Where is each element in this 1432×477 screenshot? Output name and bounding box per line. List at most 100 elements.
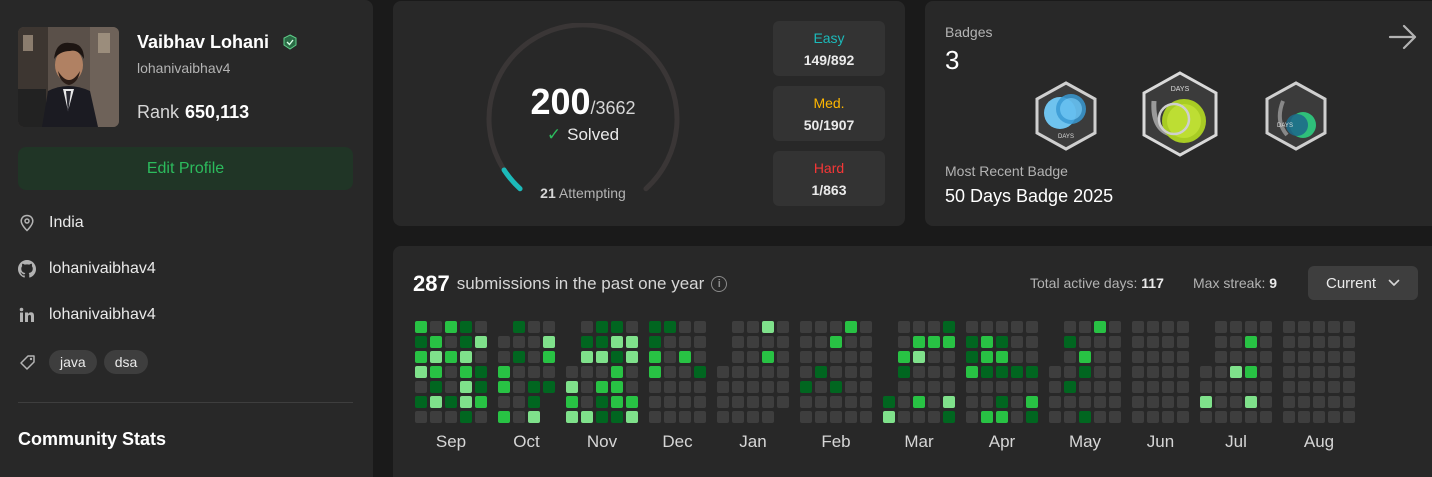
heatmap-cell[interactable] — [513, 411, 525, 423]
heatmap-cell[interactable] — [1109, 366, 1121, 378]
heatmap-cell[interactable] — [1011, 336, 1023, 348]
heatmap-cell[interactable] — [1245, 366, 1257, 378]
heatmap-cell[interactable] — [996, 396, 1008, 408]
heatmap-cell[interactable] — [649, 396, 661, 408]
heatmap-cell[interactable] — [747, 411, 759, 423]
heatmap-cell[interactable] — [1313, 366, 1325, 378]
heatmap-cell[interactable] — [1064, 381, 1076, 393]
heatmap-cell[interactable] — [913, 366, 925, 378]
heatmap-cell[interactable] — [1343, 396, 1355, 408]
heatmap-cell[interactable] — [928, 351, 940, 363]
heatmap-cell[interactable] — [664, 321, 676, 333]
heatmap-cell[interactable] — [860, 396, 872, 408]
heatmap-cell[interactable] — [460, 396, 472, 408]
heatmap-cell[interactable] — [815, 336, 827, 348]
heatmap-cell[interactable] — [445, 366, 457, 378]
edit-profile-button[interactable]: Edit Profile — [18, 147, 353, 190]
heatmap-cell[interactable] — [1343, 351, 1355, 363]
heatmap-cell[interactable] — [596, 366, 608, 378]
heatmap-cell[interactable] — [445, 336, 457, 348]
heatmap-cell[interactable] — [679, 351, 691, 363]
heatmap-cell[interactable] — [1298, 336, 1310, 348]
heatmap-cell[interactable] — [1079, 321, 1091, 333]
heatmap-cell[interactable] — [513, 396, 525, 408]
heatmap-cell[interactable] — [1215, 396, 1227, 408]
heatmap-cell[interactable] — [664, 351, 676, 363]
heatmap-cell[interactable] — [679, 396, 691, 408]
heatmap-cell[interactable] — [1064, 411, 1076, 423]
heatmap-cell[interactable] — [1094, 381, 1106, 393]
heatmap-cell[interactable] — [800, 396, 812, 408]
heatmap-cell[interactable] — [430, 381, 442, 393]
heatmap-cell[interactable] — [679, 411, 691, 423]
heatmap-cell[interactable] — [596, 336, 608, 348]
heatmap-cell[interactable] — [1132, 381, 1144, 393]
heatmap-cell[interactable] — [649, 381, 661, 393]
heatmap-cell[interactable] — [1132, 396, 1144, 408]
heatmap-cell[interactable] — [1079, 366, 1091, 378]
heatmap-cell[interactable] — [800, 336, 812, 348]
heatmap-cell[interactable] — [717, 381, 729, 393]
heatmap-cell[interactable] — [1313, 336, 1325, 348]
heatmap-cell[interactable] — [747, 351, 759, 363]
heatmap-cell[interactable] — [747, 381, 759, 393]
heatmap-cell[interactable] — [1177, 321, 1189, 333]
heatmap-cell[interactable] — [1313, 321, 1325, 333]
heatmap-cell[interactable] — [883, 411, 895, 423]
heatmap-cell[interactable] — [1132, 366, 1144, 378]
heatmap-cell[interactable] — [460, 321, 472, 333]
heatmap-cell[interactable] — [596, 381, 608, 393]
heatmap-cell[interactable] — [800, 351, 812, 363]
heatmap-cell[interactable] — [566, 381, 578, 393]
heatmap-cell[interactable] — [1049, 396, 1061, 408]
heatmap-cell[interactable] — [1064, 321, 1076, 333]
heatmap-cell[interactable] — [845, 336, 857, 348]
heatmap-cell[interactable] — [513, 366, 525, 378]
heatmap-cell[interactable] — [611, 366, 623, 378]
heatmap-cell[interactable] — [596, 351, 608, 363]
heatmap-cell[interactable] — [1094, 411, 1106, 423]
heatmap-cell[interactable] — [898, 411, 910, 423]
heatmap-cell[interactable] — [732, 321, 744, 333]
heatmap-cell[interactable] — [415, 336, 427, 348]
heatmap-cell[interactable] — [1215, 366, 1227, 378]
heatmap-cell[interactable] — [528, 351, 540, 363]
heatmap-cell[interactable] — [543, 336, 555, 348]
heatmap-cell[interactable] — [498, 366, 510, 378]
heatmap-cell[interactable] — [626, 366, 638, 378]
heatmap-cell[interactable] — [513, 381, 525, 393]
heatmap-cell[interactable] — [732, 351, 744, 363]
heatmap-cell[interactable] — [1162, 366, 1174, 378]
heatmap-cell[interactable] — [1177, 351, 1189, 363]
heatmap-cell[interactable] — [1260, 321, 1272, 333]
heatmap-cell[interactable] — [581, 366, 593, 378]
heatmap-cell[interactable] — [694, 381, 706, 393]
heatmap-cell[interactable] — [913, 351, 925, 363]
heatmap-cell[interactable] — [1177, 381, 1189, 393]
heatmap-cell[interactable] — [415, 411, 427, 423]
heatmap-cell[interactable] — [611, 411, 623, 423]
heatmap-cell[interactable] — [732, 396, 744, 408]
heatmap-cell[interactable] — [1109, 381, 1121, 393]
heatmap-cell[interactable] — [943, 366, 955, 378]
heatmap-cell[interactable] — [1230, 366, 1242, 378]
heatmap-cell[interactable] — [1109, 336, 1121, 348]
heatmap-cell[interactable] — [1064, 366, 1076, 378]
heatmap-cell[interactable] — [543, 321, 555, 333]
heatmap-cell[interactable] — [845, 411, 857, 423]
heatmap-cell[interactable] — [1283, 381, 1295, 393]
heatmap-cell[interactable] — [860, 321, 872, 333]
heatmap-cell[interactable] — [943, 351, 955, 363]
heatmap-cell[interactable] — [1313, 381, 1325, 393]
heatmap-cell[interactable] — [928, 396, 940, 408]
heatmap-cell[interactable] — [860, 366, 872, 378]
heatmap-cell[interactable] — [913, 381, 925, 393]
heatmap-cell[interactable] — [1283, 366, 1295, 378]
heatmap-cell[interactable] — [1230, 396, 1242, 408]
heatmap-cell[interactable] — [913, 321, 925, 333]
heatmap-cell[interactable] — [966, 336, 978, 348]
heatmap-cell[interactable] — [430, 321, 442, 333]
heatmap-cell[interactable] — [649, 351, 661, 363]
heatmap-cell[interactable] — [543, 366, 555, 378]
heatmap-cell[interactable] — [543, 381, 555, 393]
